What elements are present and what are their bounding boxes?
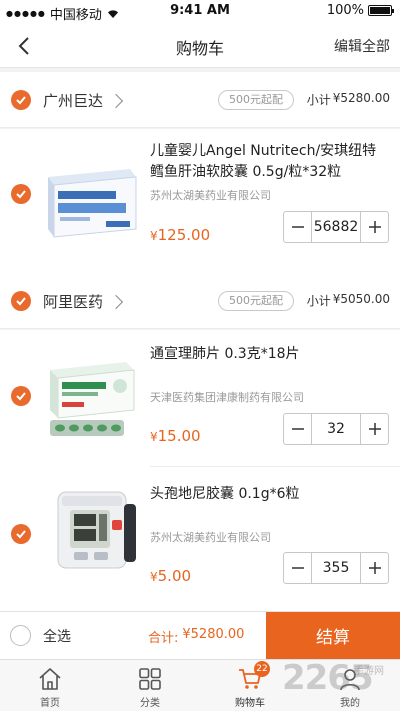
blood-pressure-monitor-image (57, 491, 136, 569)
battery-info: 100% (326, 3, 394, 18)
decrease-button[interactable] (284, 553, 312, 583)
currency-symbol: ¥ (150, 229, 158, 243)
increase-button[interactable] (360, 212, 388, 242)
tab-label: 分类 (140, 698, 160, 709)
minus-icon (291, 226, 304, 228)
cart-item: 头孢地尼胶囊 0.1g*6粒 苏州太湖美药业有限公司 ¥5.00 355 (0, 468, 400, 611)
currency-symbol: ¥ (150, 570, 158, 584)
plus-icon (368, 423, 381, 435)
product-image[interactable] (44, 159, 140, 247)
store-name-link[interactable]: 阿里医药 (43, 291, 124, 312)
check-icon (16, 190, 26, 199)
medicine-box-image (48, 169, 137, 238)
cart-item: 通宣理肺片 0.3克*18片 天津医药集团津康制药有限公司 ¥15.00 32 (0, 330, 400, 468)
product-image[interactable] (44, 356, 140, 444)
tab-label: 首页 (40, 698, 60, 709)
chevron-right-icon (108, 93, 124, 109)
cart-item: 儿童婴儿Angel Nutritech/安琪纽特鳕鱼肝油软胶囊 0.5g/粒*3… (0, 129, 400, 287)
store-name: 广州巨达 (43, 92, 104, 110)
store-checkbox[interactable] (11, 291, 31, 311)
decrease-button[interactable] (284, 414, 312, 444)
quantity-stepper: 32 (283, 413, 389, 445)
medicine-box-image (50, 362, 135, 436)
checkout-button[interactable]: 结算 (266, 612, 400, 659)
store-checkbox[interactable] (11, 90, 31, 110)
subtotal-value: ¥5280.00 (332, 91, 390, 105)
subtotal-value: ¥5050.00 (332, 292, 390, 306)
minus-icon (291, 567, 304, 569)
quantity-input[interactable]: 32 (312, 414, 360, 444)
price-value: 125.00 (157, 226, 211, 244)
price-value: 5.00 (157, 567, 192, 585)
store-header: 广州巨达 500元起配 小计 ¥5280.00 (0, 72, 400, 128)
item-checkbox[interactable] (11, 524, 31, 544)
store-subtotal: 小计 ¥5280.00 (307, 91, 390, 108)
item-checkbox[interactable] (11, 184, 31, 204)
quantity-stepper: 355 (283, 552, 389, 584)
product-image[interactable] (44, 486, 140, 574)
item-name[interactable]: 头孢地尼胶囊 0.1g*6粒 (150, 484, 390, 505)
quantity-input[interactable]: 355 (312, 553, 360, 583)
item-price: ¥15.00 (150, 427, 201, 445)
battery-icon (368, 5, 394, 16)
status-bar: ●●●●● 中国移动 9:41 AM 100% (0, 0, 400, 24)
store-name: 阿里医药 (43, 293, 104, 311)
min-order-badge: 500元起配 (218, 291, 294, 311)
check-icon (16, 530, 26, 539)
increase-button[interactable] (360, 553, 388, 583)
nav-bar: 购物车 编辑全部 (0, 24, 400, 68)
cart-badge: 22 (254, 661, 270, 677)
price-value: 15.00 (157, 427, 201, 445)
category-grid-icon (139, 668, 161, 690)
tab-category[interactable]: 分类 (100, 660, 200, 711)
home-icon (39, 668, 61, 690)
quantity-stepper: 56882 (283, 211, 389, 243)
check-icon (16, 392, 26, 401)
subtotal-label: 小计 (306, 294, 331, 308)
store-name-link[interactable]: 广州巨达 (43, 90, 124, 111)
cart-total: 合计: ¥5280.00 (148, 627, 244, 646)
checkout-bar: 全选 合计: ¥5280.00 结算 (0, 611, 400, 659)
min-order-badge: 500元起配 (218, 90, 294, 110)
select-all-checkbox[interactable] (10, 625, 31, 646)
watermark-caption: 手游网 (354, 666, 384, 677)
select-all-label[interactable]: 全选 (43, 626, 71, 646)
item-manufacturer: 天津医药集团津康制药有限公司 (150, 391, 304, 404)
item-name[interactable]: 通宣理肺片 0.3克*18片 (150, 344, 390, 365)
tab-label: 购物车 (235, 698, 265, 709)
item-price: ¥125.00 (150, 226, 210, 244)
total-label: 合计: (148, 631, 179, 646)
item-price: ¥5.00 (150, 567, 191, 585)
decrease-button[interactable] (284, 212, 312, 242)
check-icon (16, 297, 26, 306)
item-checkbox[interactable] (11, 386, 31, 406)
increase-button[interactable] (360, 414, 388, 444)
currency-symbol: ¥ (150, 430, 158, 444)
edit-all-button[interactable]: 编辑全部 (334, 36, 390, 56)
minus-icon (291, 428, 304, 430)
check-icon (16, 96, 26, 105)
chevron-right-icon (108, 294, 124, 310)
total-value: ¥5280.00 (182, 627, 245, 642)
item-name[interactable]: 儿童婴儿Angel Nutritech/安琪纽特鳕鱼肝油软胶囊 0.5g/粒*3… (150, 141, 390, 183)
item-manufacturer: 苏州太湖美药业有限公司 (150, 189, 271, 202)
item-manufacturer: 苏州太湖美药业有限公司 (150, 531, 271, 544)
store-subtotal: 小计 ¥5050.00 (307, 292, 390, 309)
plus-icon (368, 562, 381, 574)
subtotal-label: 小计 (306, 93, 331, 107)
battery-percent: 100% (326, 3, 364, 18)
tab-home[interactable]: 首页 (0, 660, 100, 711)
store-header: 阿里医药 500元起配 小计 ¥5050.00 (0, 273, 400, 329)
plus-icon (368, 221, 381, 233)
quantity-input[interactable]: 56882 (312, 212, 360, 242)
item-divider (150, 466, 400, 467)
